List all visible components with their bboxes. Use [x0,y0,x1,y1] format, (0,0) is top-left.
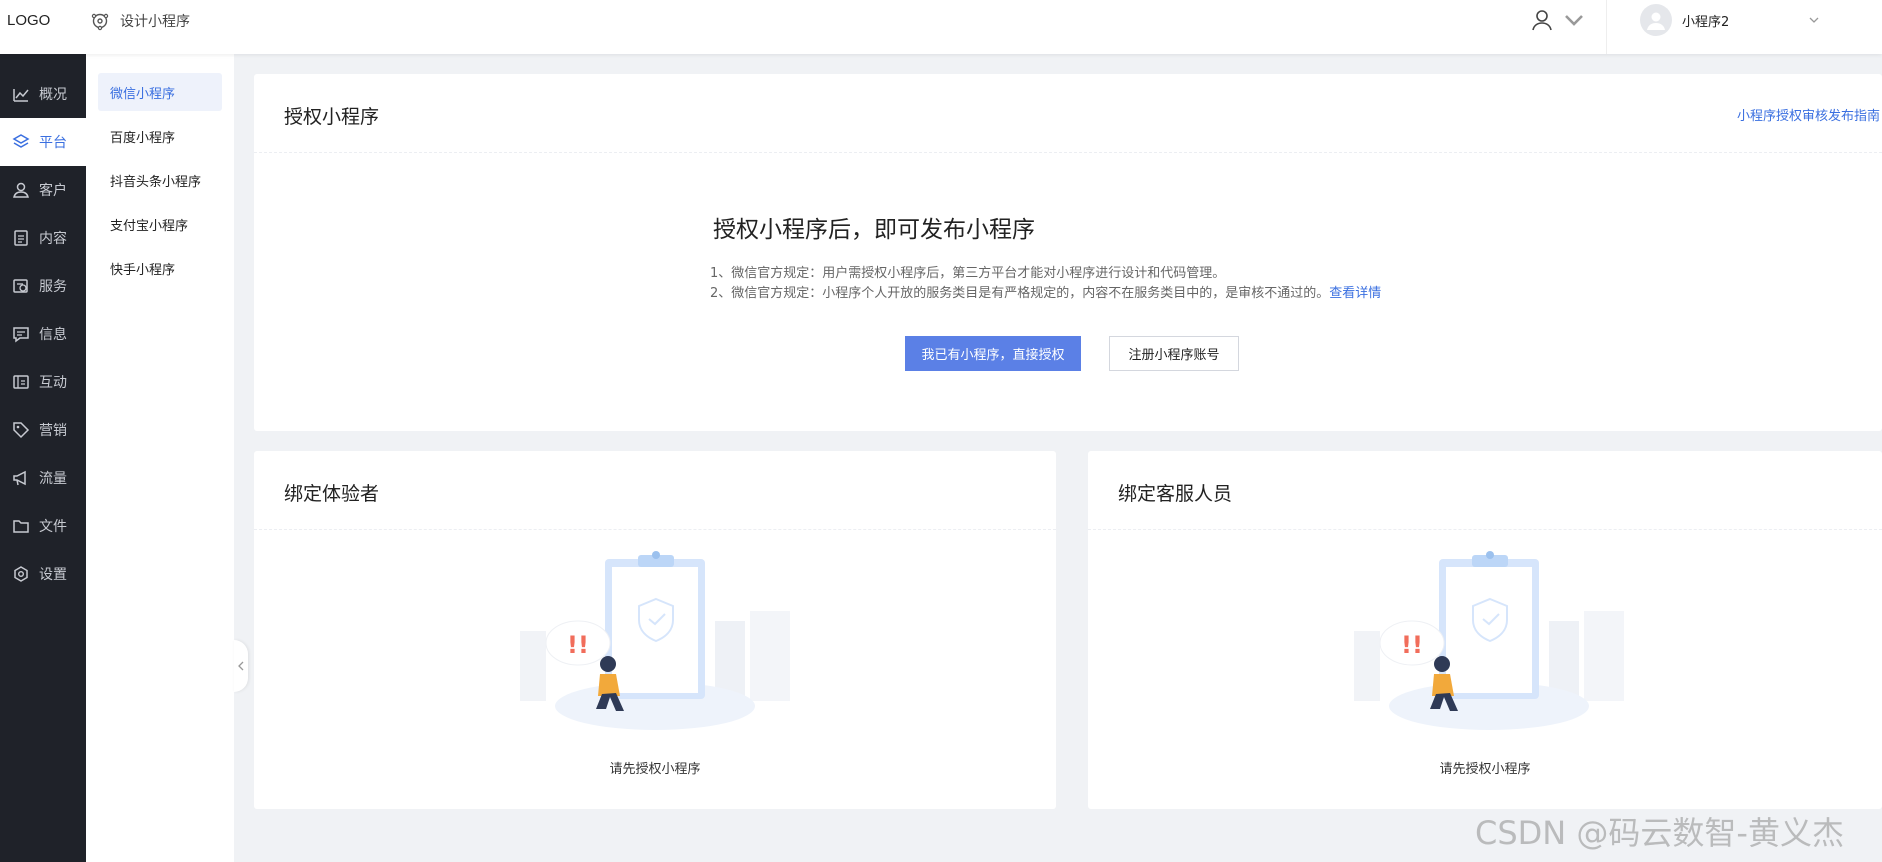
card-header: 授权小程序 小程序授权审核发布指南 [254,74,1882,153]
top-bar: LOGO 设计小程序 小程序2 [0,0,1882,54]
sidebar-item-label: 平台 [39,135,67,151]
card-title: 授权小程序 [284,106,380,128]
avatar [1640,4,1672,36]
message-icon [13,327,29,343]
sidebar-item-label: 内容 [39,231,67,247]
sidebar-item-label: 流量 [39,471,67,487]
user-icon [1532,10,1552,31]
card-header: 绑定体验者 [254,451,1056,530]
sidebar-item-settings[interactable]: 设置 [0,550,86,598]
main-sidebar: 概况 平台 客户 内容 服务 信息 互动 营销 流量 文件 设置 [0,54,86,862]
megaphone-icon [13,470,26,486]
chevron-left-icon [238,661,244,671]
empty-state-illustration: !! [1354,551,1624,730]
sidebar-item-label: 信息 [39,327,67,343]
header-divider [1606,0,1607,54]
sidebar-item-label: 互动 [39,375,67,391]
authorize-card: 授权小程序 小程序授权审核发布指南 授权小程序后，即可发布小程序 1、微信官方规… [254,74,1882,431]
chevron-down-icon [1565,15,1583,26]
sidebar-item-label: 营销 [39,423,67,439]
submenu-item-wechat[interactable]: 微信小程序 [98,73,222,111]
document-icon [14,230,28,246]
current-miniprogram-name: 小程序2 [1682,14,1730,30]
sidebar-item-label: 概况 [39,87,67,103]
submenu-item-kuaishou[interactable]: 快手小程序 [98,249,222,287]
submenu-item-baidu[interactable]: 百度小程序 [98,117,222,155]
design-label: 设计小程序 [120,14,190,30]
sidebar-item-service[interactable]: 服务 [0,262,86,310]
chart-icon [13,89,29,102]
sidebar-item-marketing[interactable]: 营销 [0,406,86,454]
card-header: 绑定客服人员 [1088,451,1882,530]
bind-tester-card: 绑定体验者 !! 请先授权小程序 [254,451,1056,809]
empty-state-text: 请先授权小程序 [1439,762,1531,777]
empty-state-illustration: !! [520,551,790,730]
svg-text:!!: !! [1401,631,1423,659]
publish-guide-link[interactable]: 小程序授权审核发布指南 [1737,105,1880,124]
settings-icon [14,566,28,582]
avatar-user-icon [1647,12,1665,30]
logo[interactable]: LOGO [7,12,50,29]
submenu-item-douyin[interactable]: 抖音头条小程序 [98,161,222,199]
rule-text-2-body: 2、微信官方规定：小程序个人开放的服务类目是有严格规定的，内容不在服务类目中的，… [710,286,1330,301]
svg-text:!!: !! [567,631,589,659]
sidebar-item-platform[interactable]: 平台 [0,118,86,166]
empty-state-text: 请先授权小程序 [609,762,701,777]
folder-icon [13,520,29,533]
sidebar-item-label: 设置 [39,567,67,583]
rule-text-2: 2、微信官方规定：小程序个人开放的服务类目是有严格规定的，内容不在服务类目中的，… [710,282,1381,301]
card-title: 绑定客服人员 [1118,483,1233,505]
platform-submenu: 微信小程序 百度小程序 抖音头条小程序 支付宝小程序 快手小程序 [86,54,234,862]
design-icon [91,13,109,31]
sidebar-item-label: 服务 [39,279,67,295]
user-icon [13,182,29,198]
view-details-link[interactable]: 查看详情 [1329,286,1381,301]
submenu-item-alipay[interactable]: 支付宝小程序 [98,205,222,243]
sidebar-item-customer[interactable]: 客户 [0,166,86,214]
register-account-button[interactable]: 注册小程序账号 [1109,336,1239,371]
watermark: CSDN @码云数智-黄义杰 [1475,814,1844,852]
sidebar-item-files[interactable]: 文件 [0,502,86,550]
sidebar-item-traffic[interactable]: 流量 [0,454,86,502]
sidebar-item-content[interactable]: 内容 [0,214,86,262]
account-menu[interactable] [1530,8,1586,32]
sidebar-item-message[interactable]: 信息 [0,310,86,358]
sidebar-item-interaction[interactable]: 互动 [0,358,86,406]
miniprogram-selector[interactable]: 小程序2 [1640,4,1820,36]
rule-text-1: 1、微信官方规定：用户需授权小程序后，第三方平台才能对小程序进行设计和代码管理。 [710,266,1226,281]
card-title: 绑定体验者 [284,483,380,505]
service-icon [13,279,28,293]
sidebar-item-label: 客户 [39,183,67,199]
interact-icon [13,375,29,389]
sidebar-item-overview[interactable]: 概况 [0,70,86,118]
layers-icon [12,134,30,148]
design-miniprogram-button[interactable]: 设计小程序 [90,11,190,31]
sidebar-item-label: 文件 [39,519,67,535]
auth-headline: 授权小程序后，即可发布小程序 [713,217,1035,243]
tag-icon [13,422,30,439]
bind-service-staff-card: 绑定客服人员 !! 请先授权小程序 [1088,451,1882,809]
chevron-down-icon [1809,17,1819,23]
authorize-button[interactable]: 我已有小程序，直接授权 [905,336,1081,371]
submenu-collapse-button[interactable] [234,640,248,692]
